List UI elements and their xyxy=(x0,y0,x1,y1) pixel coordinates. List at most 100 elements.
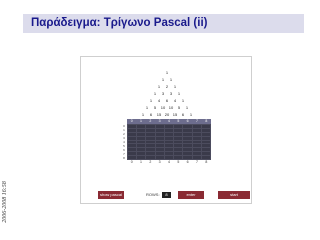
triangle-node: 10 xyxy=(168,105,174,110)
grid-cell xyxy=(174,144,183,148)
grid-cell xyxy=(183,144,192,148)
grid-cell xyxy=(155,132,164,136)
grid-cell xyxy=(137,136,146,140)
triangle-node: 1 xyxy=(189,112,193,117)
grid-cell xyxy=(137,152,146,156)
grid-cell xyxy=(164,132,174,136)
triangle-row: 121 xyxy=(81,83,253,90)
grid-cell xyxy=(201,140,210,144)
enter-button[interactable]: enter xyxy=(178,191,204,199)
start-button[interactable]: start xyxy=(218,191,250,199)
grid-cell xyxy=(128,136,137,140)
grid-cell xyxy=(183,136,192,140)
grid-cell xyxy=(155,152,164,156)
triangle-node: 1 xyxy=(145,105,149,110)
grid-cell xyxy=(174,132,183,136)
triangle-node: 6 xyxy=(181,112,185,117)
grid-cell xyxy=(146,136,155,140)
triangle-node: 1 xyxy=(161,77,165,82)
grid-cell xyxy=(183,132,192,136)
grid-cell xyxy=(164,148,174,152)
triangle-row: 1 6 15 20 15 6 1 xyxy=(81,111,253,118)
triangle-node: 20 xyxy=(164,112,170,117)
triangle-node: 5 xyxy=(153,105,157,110)
triangle-node: 1 xyxy=(165,70,169,75)
grid-cell xyxy=(192,148,201,152)
grid-cell xyxy=(155,125,164,128)
triangle-node: 1 xyxy=(157,84,161,89)
grid-cell xyxy=(183,125,192,128)
triangle-node: 10 xyxy=(160,105,166,110)
grid-cell xyxy=(164,128,174,132)
grid-cell xyxy=(155,148,164,152)
grid-cell xyxy=(137,140,146,144)
grid-cell xyxy=(137,125,146,128)
grid-cell xyxy=(183,128,192,132)
triangle-row: 1 5 10 10 5 1 xyxy=(81,104,253,111)
triangle-row: 14641 xyxy=(81,97,253,104)
grid-cell xyxy=(137,144,146,148)
triangle-node: 6 xyxy=(149,112,153,117)
grid-column-label: 1 xyxy=(140,160,142,164)
grid-cell xyxy=(164,156,174,159)
grid-cell xyxy=(192,152,201,156)
grid-cell xyxy=(192,144,201,148)
grid-column-label: 4 xyxy=(168,160,170,164)
grid-cell xyxy=(164,125,174,128)
grid-cell xyxy=(174,140,183,144)
grid-cell xyxy=(192,156,201,159)
triangle-node: 1 xyxy=(185,105,189,110)
triangle-node: 15 xyxy=(156,112,162,117)
slide-title: Παράδειγμα: Τρίγωνο Pascal (ii) xyxy=(31,17,208,29)
grid-cell xyxy=(192,132,201,136)
triangle-node: 4 xyxy=(157,98,161,103)
grid-column-label: 5 xyxy=(177,160,180,164)
triangle-node: 4 xyxy=(173,98,177,103)
grid-column-label: 0 xyxy=(130,160,133,164)
triangle-node: 1 xyxy=(149,98,153,103)
grid-cell xyxy=(146,152,155,156)
triangle-row: 11 xyxy=(81,76,253,83)
grid-cell xyxy=(192,125,201,128)
triangle-node: 1 xyxy=(177,91,181,96)
grid-cell xyxy=(183,148,192,152)
grid-cell xyxy=(128,125,137,128)
grid-cell xyxy=(137,128,146,132)
grid-cell xyxy=(174,128,183,132)
grid-cell xyxy=(128,152,137,156)
grid-cell xyxy=(128,144,137,148)
grid-cell xyxy=(174,125,183,128)
grid-cells xyxy=(127,124,211,160)
rows-input[interactable]: 8 xyxy=(162,192,171,198)
grid-cell xyxy=(201,132,210,136)
grid-cell xyxy=(146,125,155,128)
grid-cell xyxy=(174,152,183,156)
triangle-node: 1 xyxy=(181,98,185,103)
grid-cell xyxy=(174,156,183,159)
grid-cell xyxy=(137,148,146,152)
grid-cell xyxy=(164,144,174,148)
grid-cell xyxy=(146,128,155,132)
triangle-node: 6 xyxy=(165,98,169,103)
triangle-node: 3 xyxy=(161,91,165,96)
grid-cell xyxy=(174,148,183,152)
grid-cell xyxy=(155,140,164,144)
triangle-node: 15 xyxy=(172,112,178,117)
triangle-node: 3 xyxy=(169,91,173,96)
triangle-row: 1 xyxy=(81,69,253,76)
grid-cell xyxy=(137,132,146,136)
grid-cell xyxy=(201,148,210,152)
grid-cell xyxy=(146,148,155,152)
grid-column-label: 6 xyxy=(186,160,189,164)
grid-cell xyxy=(164,136,174,140)
grid-cell xyxy=(183,156,192,159)
grid-cell xyxy=(201,156,210,159)
grid-cell xyxy=(146,144,155,148)
grid-cell xyxy=(128,132,137,136)
rows-label: ROWS: xyxy=(146,192,160,197)
grid-cell xyxy=(146,140,155,144)
grid-cell xyxy=(201,144,210,148)
triangle-node: 1 xyxy=(153,91,157,96)
grid-cell xyxy=(164,140,174,144)
show-pascal-button[interactable]: show pascal xyxy=(98,191,124,199)
